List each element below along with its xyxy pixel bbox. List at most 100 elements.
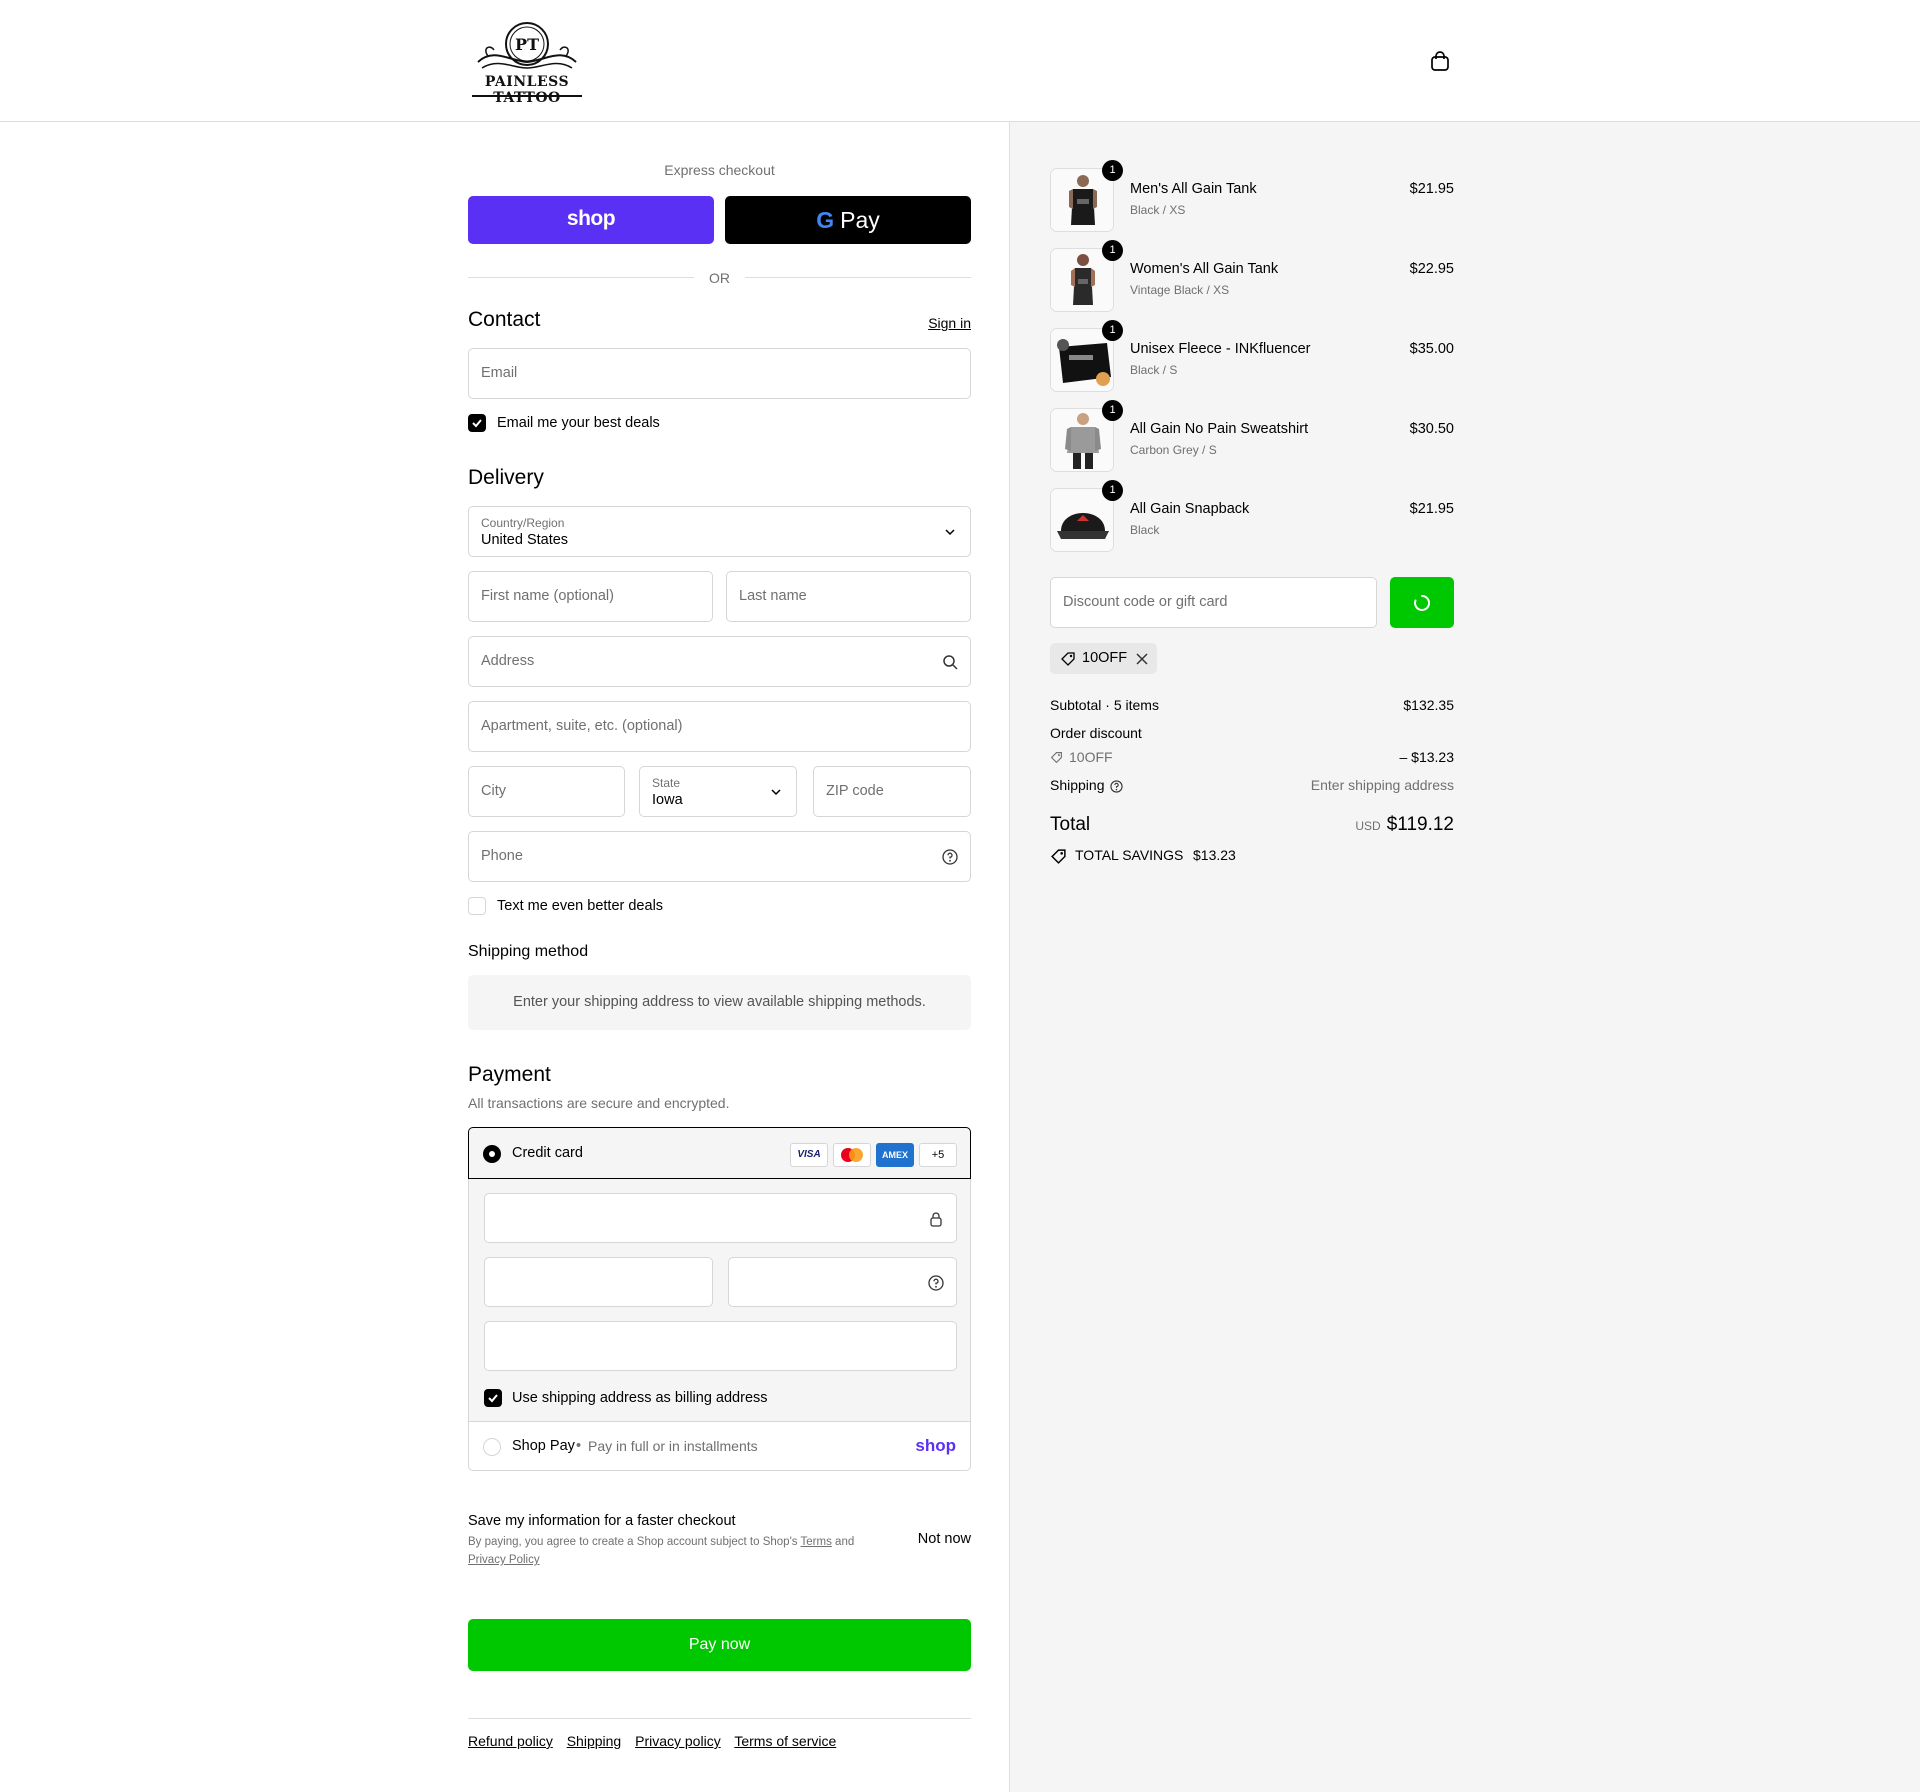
security-code-field[interactable] (728, 1257, 957, 1307)
subtotal-row: Subtotal · 5 items $132.35 (1050, 697, 1454, 713)
not-now-button[interactable]: Not now (918, 1531, 971, 1547)
search-icon (943, 655, 958, 670)
shipping-row: Shipping Enter shipping address (1050, 777, 1454, 793)
store-logo[interactable]: PT PAINLESS TATTOO (468, 18, 586, 106)
total-label: Total (1050, 814, 1091, 835)
more-brands-badge: +5 (919, 1143, 957, 1167)
apartment-placeholder: Apartment, suite, etc. (optional) (481, 718, 683, 734)
pay-now-button[interactable]: Pay now (468, 1619, 971, 1671)
item-price: $30.50 (1409, 421, 1454, 437)
checkmark-icon (488, 1394, 498, 1403)
shop-pay-option[interactable]: Shop Pay • Pay in full or in installment… (468, 1421, 971, 1471)
item-price: $22.95 (1409, 261, 1454, 277)
tag-icon (1050, 752, 1062, 764)
item-name: Women's All Gain Tank (1130, 261, 1279, 277)
shipping-label: Shipping (1050, 777, 1105, 793)
credit-card-radio[interactable] (483, 1145, 501, 1163)
quantity-badge: 1 (1102, 480, 1123, 501)
tag-icon (1051, 849, 1066, 864)
item-variant: Black (1130, 523, 1160, 537)
terms-link[interactable]: Terms (801, 1536, 832, 1548)
order-discount-label: Order discount (1050, 725, 1142, 741)
delivery-heading: Delivery (468, 466, 544, 489)
address-field[interactable]: Address (468, 636, 971, 687)
payment-subtitle: All transactions are secure and encrypte… (468, 1095, 730, 1111)
email-field[interactable]: Email (468, 348, 971, 399)
state-value: Iowa (652, 792, 683, 808)
expiration-date-field[interactable] (484, 1257, 713, 1307)
item-variant: Carbon Grey / S (1130, 443, 1217, 457)
shop-pay-logo: shop (915, 1436, 956, 1455)
phone-field[interactable]: Phone (468, 831, 971, 882)
item-variant: Black / XS (1130, 203, 1186, 217)
terms-of-service-link[interactable]: Terms of service (734, 1733, 836, 1749)
zip-placeholder: ZIP code (826, 783, 884, 799)
shipping-policy-link[interactable]: Shipping (567, 1733, 622, 1749)
country-value: United States (481, 532, 569, 548)
chevron-down-icon (771, 789, 781, 796)
sign-in-link[interactable]: Sign in (928, 315, 971, 331)
discount-code-input[interactable]: Discount code or gift card (1050, 577, 1377, 628)
discount-placeholder: Discount code or gift card (1063, 594, 1228, 610)
refund-policy-link[interactable]: Refund policy (468, 1733, 553, 1749)
item-name: Unisex Fleece - INKfluencer (1130, 341, 1311, 357)
gpay-label: Pay (840, 207, 880, 233)
help-circle-icon[interactable] (1110, 780, 1123, 793)
state-label: State (652, 776, 681, 790)
privacy-policy-link[interactable]: Privacy Policy (468, 1554, 540, 1566)
order-discount-row: Order discount (1050, 725, 1454, 741)
help-circle-icon[interactable] (928, 1275, 944, 1291)
help-circle-icon[interactable] (942, 849, 958, 865)
billing-same-checkbox[interactable] (484, 1389, 502, 1407)
google-pay-button[interactable]: G Pay (725, 196, 971, 244)
total-value: $119.12 (1386, 814, 1454, 835)
savings-label: TOTAL SAVINGS (1075, 847, 1184, 863)
first-name-field[interactable]: First name (optional) (468, 571, 713, 622)
shipping-method-heading: Shipping method (468, 943, 589, 960)
email-deals-checkbox[interactable] (468, 414, 486, 432)
order-item: 1 Men's All Gain Tank Black / XS $21.95 (1050, 160, 1454, 232)
sweatshirt-image-icon (1051, 409, 1113, 471)
shop-pay-radio[interactable] (483, 1438, 501, 1456)
save-info-legal: By paying, you agree to create a Shop ac… (468, 1533, 888, 1569)
country-select[interactable]: Country/Region United States (468, 506, 971, 557)
item-variant: Black / S (1130, 363, 1178, 377)
header: PT PAINLESS TATTOO (0, 0, 1920, 122)
legal-text: By paying, you agree to create a Shop ac… (468, 1536, 798, 1548)
close-icon[interactable] (1136, 653, 1148, 665)
last-name-field[interactable]: Last name (726, 571, 971, 622)
quantity-badge: 1 (1102, 320, 1123, 341)
state-select[interactable]: State Iowa (639, 766, 797, 817)
name-on-card-field[interactable] (484, 1321, 957, 1371)
order-item: 1 Women's All Gain Tank Vintage Black / … (1050, 240, 1454, 312)
lock-icon (930, 1212, 942, 1227)
savings-value: $13.23 (1193, 847, 1236, 863)
apply-discount-button[interactable] (1390, 577, 1454, 628)
credit-card-option[interactable]: Credit card VISA AMEX +5 (468, 1127, 971, 1179)
card-number-field[interactable] (484, 1193, 957, 1243)
billing-same-label: Use shipping address as billing address (512, 1390, 768, 1406)
apartment-field[interactable]: Apartment, suite, etc. (optional) (468, 701, 971, 752)
last-name-placeholder: Last name (739, 588, 807, 604)
footer-divider (468, 1718, 971, 1719)
address-placeholder: Address (481, 653, 535, 669)
order-item: 1 All Gain No Pain Sweatshirt Carbon Gre… (1050, 400, 1454, 472)
order-item: 1 Unisex Fleece - INKfluencer Black / S … (1050, 320, 1454, 392)
email-placeholder: Email (481, 365, 518, 381)
zip-code-field[interactable]: ZIP code (813, 766, 971, 817)
chevron-down-icon (945, 529, 955, 536)
item-price: $35.00 (1409, 341, 1454, 357)
privacy-policy-footer-link[interactable]: Privacy policy (635, 1733, 721, 1749)
city-field[interactable]: City (468, 766, 625, 817)
shopping-bag-icon[interactable] (1429, 50, 1451, 72)
shop-pay-express-button[interactable]: shop (468, 196, 714, 244)
shop-pay-separator: • (576, 1438, 582, 1454)
checkmark-icon (472, 419, 482, 428)
item-price: $21.95 (1409, 181, 1454, 197)
text-deals-checkbox[interactable] (468, 897, 486, 915)
mastercard-icon (833, 1143, 871, 1167)
amex-icon: AMEX (876, 1143, 914, 1167)
country-label: Country/Region (481, 516, 565, 530)
item-variant: Vintage Black / XS (1130, 283, 1230, 297)
legal-and: and (835, 1536, 855, 1548)
